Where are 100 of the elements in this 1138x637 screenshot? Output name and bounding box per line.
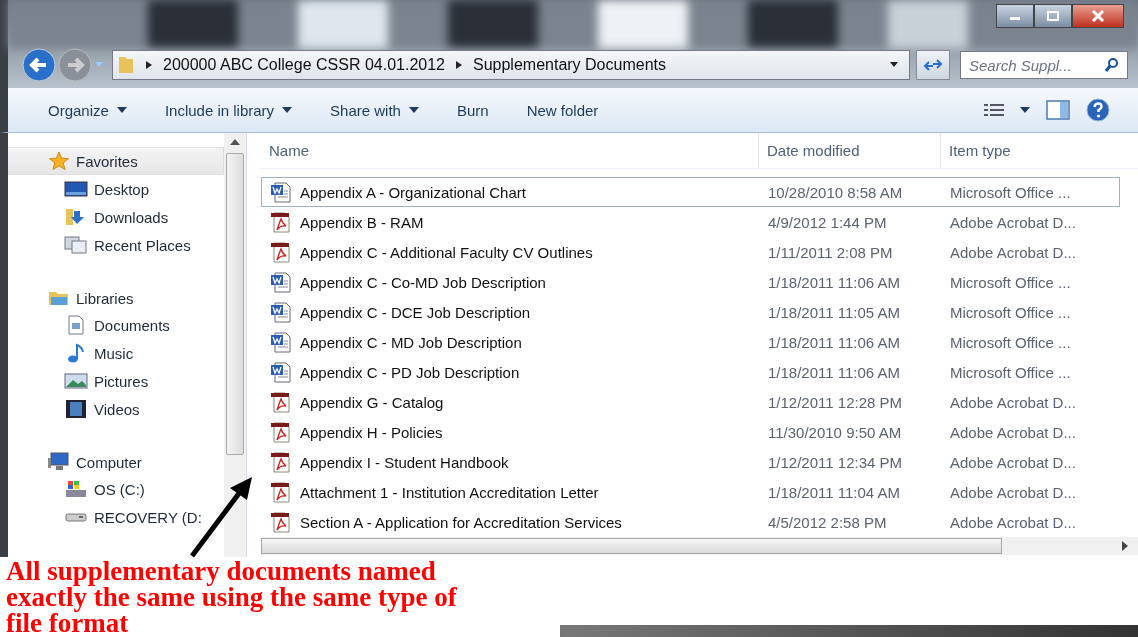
sidebar-group[interactable]: Libraries (8, 285, 224, 311)
type-cell-text: Microsoft Office ... (949, 273, 1072, 291)
toolbar-button[interactable]: New folder (520, 97, 605, 123)
refresh-icon (923, 58, 943, 72)
column-header[interactable]: Item type (941, 133, 1138, 169)
breadcrumb[interactable]: Supplementary Documents (473, 56, 666, 74)
file-row[interactable]: Appendix C - Co-MD Job Description 1/18/2011 11:06 AM Microsoft Office ... (261, 267, 1120, 298)
sidebar-item[interactable]: RECOVERY (D: (8, 503, 224, 531)
pdf-icon (270, 241, 292, 264)
date-cell-text: 4/9/2012 1:44 PM (767, 213, 888, 231)
type-cell-text: Adobe Acrobat D... (949, 243, 1077, 261)
file-name: Appendix C - MD Job Description (300, 333, 522, 351)
file-name: Attachment 1 - Institution Accreditation Letter (300, 483, 599, 501)
type-cell-text: Microsoft Office ... (949, 303, 1072, 321)
preview-pane-icon[interactable] (1046, 100, 1070, 120)
monitor-icon (64, 180, 88, 198)
file-row[interactable]: Appendix G - Catalog 1/12/2011 12:28 PM Adobe Acrobat D... (261, 387, 1120, 418)
sidebar-item[interactable]: Documents (8, 311, 224, 339)
maximize-icon (1046, 11, 1060, 21)
type-cell-text: Microsoft Office ... (949, 363, 1072, 381)
file-name: Appendix B - RAM (300, 213, 424, 231)
date-cell-text: 1/18/2011 11:06 AM (767, 333, 902, 351)
close-button[interactable] (1072, 4, 1124, 28)
sidebar-item[interactable]: Downloads (8, 203, 224, 231)
landscape-icon (64, 371, 88, 391)
file-row[interactable]: Appendix B - RAM 4/9/2012 1:44 PM Adobe Acrobat D... (261, 207, 1120, 238)
date-cell-text: 4/5/2012 2:58 PM (767, 513, 888, 531)
date-cell-text: 1/18/2011 11:06 AM (767, 363, 902, 381)
date-cell-text: 1/11/2011 2:08 PM (767, 243, 894, 261)
file-name: Appendix C - DCE Job Description (300, 303, 531, 321)
caret-icon[interactable] (1020, 107, 1030, 113)
pdf-icon (270, 451, 292, 474)
date-cell-text: 1/12/2011 12:34 PM (767, 453, 903, 471)
word-document-icon (270, 361, 292, 384)
pdf-icon (270, 391, 292, 414)
breadcrumb[interactable]: 200000 ABC College CSSR 04.01.2012 (163, 56, 445, 74)
file-name: Appendix H - Policies (300, 423, 443, 441)
type-cell-text: Adobe Acrobat D... (949, 483, 1077, 501)
folder-icon (117, 55, 135, 75)
file-row[interactable]: Appendix C - Additional Faculty CV Outlines 1/11/2011 2:08 PM Adobe Acrobat D... (261, 237, 1120, 268)
computer-icon (48, 452, 70, 472)
drive-icon (65, 512, 87, 522)
type-cell-text: Adobe Acrobat D... (949, 393, 1077, 411)
sidebar-group[interactable]: Computer (8, 449, 224, 475)
pdf-icon (270, 421, 292, 444)
scrollbar-thumb[interactable] (226, 153, 244, 455)
date-cell-text: 1/18/2011 11:06 AM (767, 273, 902, 291)
word-document-icon (270, 181, 292, 204)
toolbar-button[interactable]: Burn (450, 97, 495, 123)
file-row[interactable]: Appendix A - Organizational Chart 10/28/2010 8:58 AM Microsoft Office ... (261, 177, 1120, 208)
back-icon[interactable] (22, 48, 56, 82)
column-header[interactable]: Name (261, 133, 759, 169)
sidebar-group[interactable]: Favorites (8, 147, 224, 175)
chevron-icon (145, 60, 153, 70)
dropdown-arrow-icon[interactable] (889, 61, 899, 69)
search-field[interactable]: Search Suppl... (960, 51, 1128, 79)
toolbar-button[interactable]: Organize (42, 97, 133, 123)
type-cell-text: Adobe Acrobat D... (949, 453, 1077, 471)
view-options-icon[interactable] (984, 103, 1004, 117)
file-row[interactable]: Appendix C - DCE Job Description 1/18/2011 11:05 AM Microsoft Office ... (261, 297, 1120, 328)
type-cell-text: Adobe Acrobat D... (949, 513, 1077, 531)
file-name: Appendix A - Organizational Chart (300, 183, 526, 201)
file-row[interactable]: Appendix C - MD Job Description 1/18/2011 11:06 AM Microsoft Office ... (261, 327, 1120, 358)
date-cell-text: 1/12/2011 12:28 PM (767, 393, 903, 411)
window-stack-icon (64, 235, 88, 255)
drive-icon (64, 479, 88, 499)
toolbar-button[interactable]: Share with (324, 97, 425, 123)
pdf-icon (270, 481, 292, 504)
film-icon (64, 399, 88, 419)
file-row[interactable]: Section A - Application for Accreditation Services 4/5/2012 2:58 PM Adobe Acrobat D... (261, 507, 1120, 538)
sidebar-item[interactable]: Pictures (8, 367, 224, 395)
type-cell-text: Microsoft Office ... (949, 183, 1072, 201)
sidebar-item[interactable]: OS (C:) (8, 475, 224, 503)
scrollbar-thumb[interactable] (261, 538, 1002, 555)
pdf-icon (270, 211, 292, 234)
sidebar-item[interactable]: Recent Places (8, 231, 224, 259)
type-cell-text: Adobe Acrobat D... (949, 423, 1077, 441)
column-header[interactable]: Date modified (759, 133, 941, 169)
refresh-button[interactable] (916, 50, 950, 80)
scroll-right-icon[interactable] (1122, 541, 1128, 552)
type-cell-text: Adobe Acrobat D... (949, 213, 1077, 231)
sidebar-item[interactable]: Desktop (8, 175, 224, 203)
minimize-button[interactable] (996, 4, 1034, 28)
toolbar-button[interactable]: Include in library (158, 97, 299, 123)
file-row[interactable]: Attachment 1 - Institution Accreditation Letter 1/18/2011 11:04 AM Adobe Acrobat D... (261, 477, 1120, 508)
annotation-text: All supplementary documents named exactly the same using the same type of file format (0, 557, 560, 637)
maximize-button[interactable] (1034, 4, 1072, 28)
file-name: Appendix C - PD Job Description (300, 363, 520, 381)
sidebar-item[interactable]: Videos (8, 395, 224, 423)
word-document-icon (270, 271, 292, 294)
file-row[interactable]: Appendix I - Student Handbook 1/12/2011 12:34 PM Adobe Acrobat D... (261, 447, 1120, 478)
file-row[interactable]: Appendix H - Policies 11/30/2010 9:50 AM Adobe Acrobat D... (261, 417, 1120, 448)
help-icon[interactable] (1086, 98, 1110, 122)
search-icon (1104, 57, 1120, 73)
pdf-icon (270, 511, 292, 534)
sidebar-item[interactable]: Music (8, 339, 224, 367)
address-bar[interactable]: 200000 ABC College CSSR 04.01.2012 Supplementary Documents (112, 50, 910, 80)
file-name: Appendix C - Additional Faculty CV Outlines (300, 243, 593, 261)
scroll-up-icon[interactable] (230, 139, 240, 145)
file-row[interactable]: Appendix C - PD Job Description 1/18/2011 11:06 AM Microsoft Office ... (261, 357, 1120, 388)
